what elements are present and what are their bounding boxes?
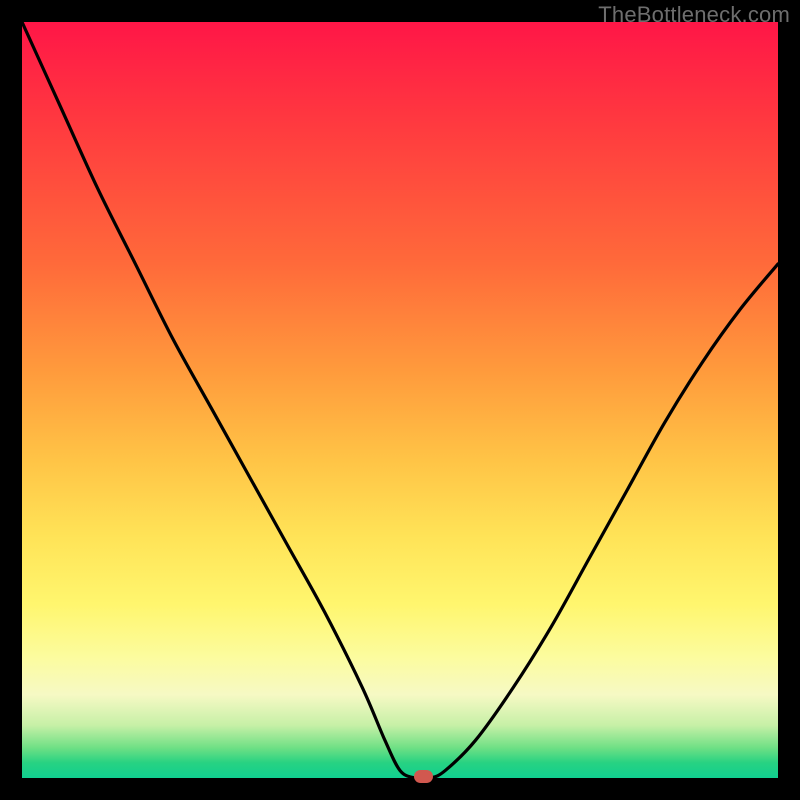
minimum-marker bbox=[414, 770, 433, 783]
bottleneck-curve bbox=[22, 22, 778, 778]
chart-frame: TheBottleneck.com bbox=[0, 0, 800, 800]
watermark-text: TheBottleneck.com bbox=[598, 2, 790, 28]
plot-area bbox=[22, 22, 778, 778]
